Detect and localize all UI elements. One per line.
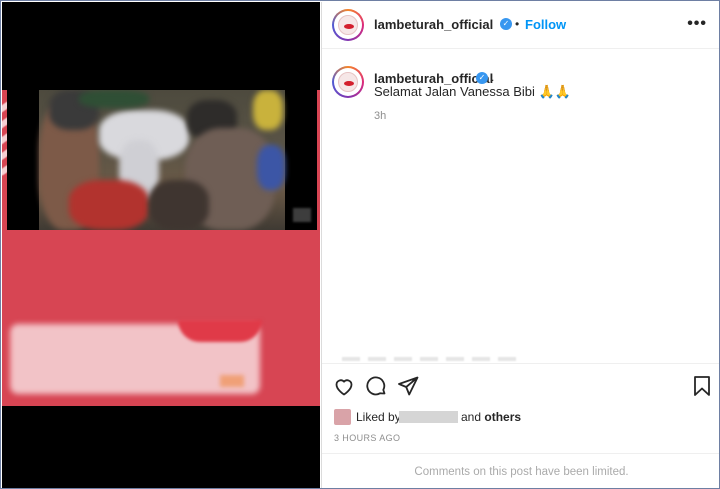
caption-relative-time[interactable]: 3h xyxy=(374,110,386,122)
comments-footer: Comments on this post have been limited. xyxy=(322,453,719,488)
bookmark-icon[interactable] xyxy=(690,374,714,398)
caption-verified-badge-icon: ✓ xyxy=(476,72,488,84)
caption-avatar[interactable] xyxy=(332,66,364,98)
header-username[interactable]: lambeturah_official xyxy=(374,17,493,32)
video-corner-mark xyxy=(293,208,311,222)
comments-limited-notice: Comments on this post have been limited. xyxy=(414,466,629,478)
avatar[interactable] xyxy=(332,9,364,41)
caption-text: Selamat Jalan Vanessa Bibi 🙏🙏 xyxy=(374,84,571,99)
verified-badge-icon: ✓ xyxy=(500,18,512,30)
caption-dot: . xyxy=(491,70,495,84)
action-bar xyxy=(322,363,719,405)
others-label[interactable]: and others xyxy=(461,410,521,424)
post-header: lambeturah_official ✓ • Follow ••• xyxy=(322,2,719,49)
liker-avatar[interactable] xyxy=(334,409,351,425)
media-blurred-pill xyxy=(178,320,262,342)
liker-name-redacted[interactable] xyxy=(399,411,458,423)
more-horizontal-icon[interactable]: ••• xyxy=(687,15,707,33)
liked-by-label: Liked by xyxy=(356,410,401,424)
video-frame[interactable] xyxy=(7,90,317,230)
post-timestamp[interactable]: 3 HOURS AGO xyxy=(334,433,400,443)
header-dot-separator: • xyxy=(515,17,520,31)
follow-button[interactable]: Follow xyxy=(525,17,566,32)
faded-comment-row xyxy=(342,357,522,361)
likes-row: Liked by and others xyxy=(334,409,714,425)
heart-icon[interactable] xyxy=(332,374,356,398)
comment-icon[interactable] xyxy=(364,374,388,398)
instagram-post-window: lambeturah_official ✓ • Follow ••• lambe… xyxy=(0,0,720,489)
post-side-panel: lambeturah_official ✓ • Follow ••• lambe… xyxy=(321,2,719,488)
media-blurred-mark xyxy=(220,375,244,387)
video-scene xyxy=(39,90,285,230)
caption-area: lambeturah_official ✓ . Selamat Jalan Va… xyxy=(322,50,719,362)
share-icon[interactable] xyxy=(396,374,420,398)
post-media[interactable] xyxy=(2,2,320,488)
